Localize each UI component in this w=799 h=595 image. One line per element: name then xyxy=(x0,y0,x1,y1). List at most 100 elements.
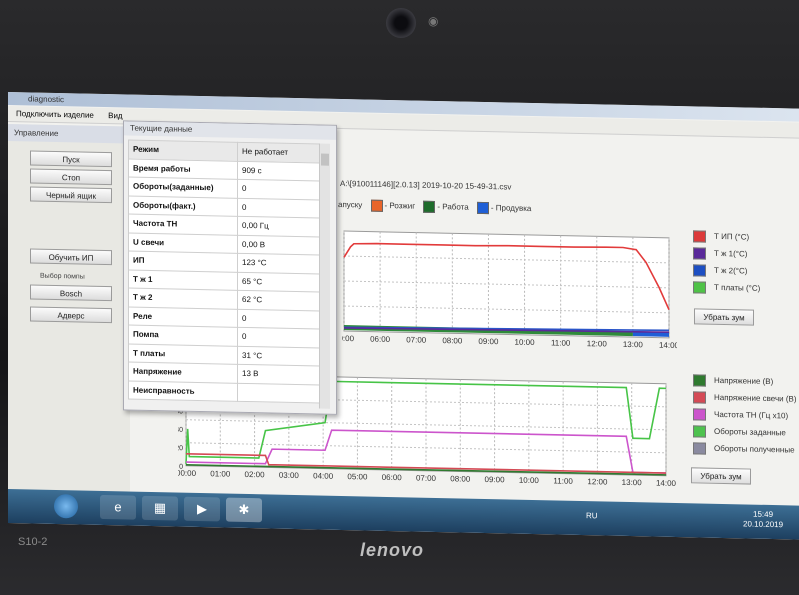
log-file-path: A:\[910011146][2.0.13] 2019-10-20 15-49-… xyxy=(340,178,512,192)
mode-ignition-swatch xyxy=(370,199,383,212)
data-row-key: ИП xyxy=(128,251,238,272)
data-row-key: Неисправность xyxy=(128,380,238,402)
legend-item-voltage: Напряжение (В) xyxy=(693,374,796,393)
mode-legend: апуску - Розжиг - Работа - Продувка xyxy=(338,199,531,215)
x-tick-label: 09:00 xyxy=(485,475,506,484)
data-row-value xyxy=(237,382,320,404)
x-tick-label: 07:00 xyxy=(406,335,427,344)
y-tick-label: 0 xyxy=(179,464,183,471)
pump-bosch-button[interactable]: Bosch xyxy=(30,284,112,302)
data-row-value: 0,00 Гц xyxy=(237,216,320,237)
reset-zoom-bottom-button[interactable]: Убрать зум xyxy=(691,467,751,485)
legend-item-t-zh1: Т ж 1(°C) xyxy=(693,247,760,265)
mode-purge-label: - Продувка xyxy=(490,203,532,214)
browser-icon[interactable]: e xyxy=(100,494,136,520)
x-tick-label: 13:00 xyxy=(623,340,644,349)
temperature-chart[interactable]: 00:00 06:00 07:00 08:00 09:00 10:00 11:00 12:00… xyxy=(342,227,677,369)
data-row-key: Т ж 2 xyxy=(128,288,238,309)
data-row: Неисправность xyxy=(128,380,320,404)
language-indicator[interactable]: RU xyxy=(586,511,598,520)
menu-connect[interactable]: Подключить изделие xyxy=(16,109,94,120)
x-tick-label: 04:00 xyxy=(313,471,334,480)
data-row-value: Не работает xyxy=(237,142,320,163)
x-tick-label: 10:00 xyxy=(519,476,540,485)
start-button[interactable]: Пуск xyxy=(30,150,112,168)
menu-view[interactable]: Вид xyxy=(108,111,122,120)
data-row-value: 65 °C xyxy=(237,271,320,293)
webcam-icon xyxy=(386,8,416,38)
black-box-button[interactable]: Черный ящик xyxy=(30,186,112,204)
legend-swatch xyxy=(693,247,706,260)
screen: diagnostic Подключить изделие Вид Управл… xyxy=(8,92,799,540)
x-tick-label: 10:00 xyxy=(515,338,536,347)
data-row-value: 909 с xyxy=(237,160,320,182)
x-tick-label: 00:00 xyxy=(342,334,355,343)
legend-swatch xyxy=(693,391,706,404)
x-tick-label: 11:00 xyxy=(551,338,571,347)
legend-swatch xyxy=(693,374,706,387)
legend-item-pump-freq: Частота ТН (Гц х10) xyxy=(693,408,796,427)
mode-ignition-label: - Розжиг xyxy=(384,200,416,211)
legend-swatch xyxy=(693,230,706,243)
legend-item-t-zh2: Т ж 2(°C) xyxy=(693,264,760,282)
control-panel: Управление Пуск Стоп Черный ящик Обучить… xyxy=(8,124,130,497)
data-row-value: 123 °C xyxy=(237,253,320,274)
legend-swatch xyxy=(693,425,706,438)
x-tick-label: 06:00 xyxy=(370,335,391,344)
mode-work-label: - Работа xyxy=(437,202,469,212)
window-title: diagnostic xyxy=(28,94,65,105)
start-menu-icon[interactable] xyxy=(54,493,78,519)
x-tick-label: 12:00 xyxy=(587,477,608,486)
legend-item-plug-voltage: Напряжение свечи (В) xyxy=(693,391,796,410)
legend-item-t-ip: Т ИП (°C) xyxy=(693,230,760,248)
train-ip-button[interactable]: Обучить ИП xyxy=(30,248,112,266)
current-data-title: Текущие данные xyxy=(124,121,336,140)
x-tick-label: 05:00 xyxy=(347,472,368,481)
data-row-key: Напряжение xyxy=(128,362,238,383)
x-tick-label: 12:00 xyxy=(587,339,608,348)
x-tick-label: 14:00 xyxy=(656,479,677,488)
scrollbar-thumb[interactable] xyxy=(321,153,329,166)
clock[interactable]: 15:49 20.10.2019 xyxy=(743,509,783,530)
data-row-value: 0,00 В xyxy=(237,234,320,256)
data-row-key: Время работы xyxy=(128,158,238,180)
x-tick-label: 11:00 xyxy=(553,476,573,485)
pump-advers-button[interactable]: Адверс xyxy=(30,306,112,324)
legend-swatch xyxy=(693,408,706,421)
legend-swatch xyxy=(693,442,706,455)
data-row-value: 62 °C xyxy=(237,290,320,311)
temperature-legend: Т ИП (°C) Т ж 1(°C) Т ж 2(°C) Т платы (°… xyxy=(693,230,760,299)
y-tick-label: 20 xyxy=(178,445,183,452)
x-tick-label: 07:00 xyxy=(416,474,437,483)
laptop-brand: lenovo xyxy=(360,540,425,560)
pump-select-label: Выбор помпы xyxy=(40,272,85,281)
current-data-window: Текущие данные Режим Не работает Время раб… xyxy=(123,120,337,415)
reset-zoom-top-button[interactable]: Убрать зум xyxy=(694,308,754,326)
media-player-icon[interactable]: ▶ xyxy=(184,496,220,522)
data-row-value: 0 xyxy=(237,197,320,219)
data-row-key: Т платы xyxy=(128,343,238,365)
legend-item-t-board: Т платы (°C) xyxy=(693,281,760,299)
legend-swatch xyxy=(693,264,706,277)
mode-work-swatch xyxy=(423,200,436,213)
x-tick-label: 14:00 xyxy=(659,341,677,350)
mode-legend-item-start: апуску xyxy=(338,200,363,210)
x-tick-label: 08:00 xyxy=(450,474,471,483)
legend-item-rpm-actual: Обороты полученные xyxy=(693,442,796,461)
y-tick-label: 40 xyxy=(178,427,183,434)
data-row-key: Режим xyxy=(128,140,238,161)
stop-button[interactable]: Стоп xyxy=(30,168,112,186)
control-panel-header: Управление xyxy=(8,124,130,144)
mode-purge-swatch xyxy=(476,201,489,215)
explorer-icon[interactable]: ▦ xyxy=(142,495,178,521)
x-tick-label: 03:00 xyxy=(279,471,300,480)
data-row-key: Обороты(факт.) xyxy=(128,195,238,217)
data-row-key: Обороты(заданные) xyxy=(128,177,238,198)
current-data-scrollbar[interactable] xyxy=(319,143,330,409)
data-row-key: U свечи xyxy=(128,232,238,254)
clock-date: 20.10.2019 xyxy=(743,519,784,530)
camera-indicator-icon: ◉ xyxy=(428,14,439,28)
diagnostic-app-icon[interactable]: ✱ xyxy=(226,497,262,523)
x-tick-label: 02:00 xyxy=(245,470,266,479)
x-tick-label: 13:00 xyxy=(622,478,643,487)
